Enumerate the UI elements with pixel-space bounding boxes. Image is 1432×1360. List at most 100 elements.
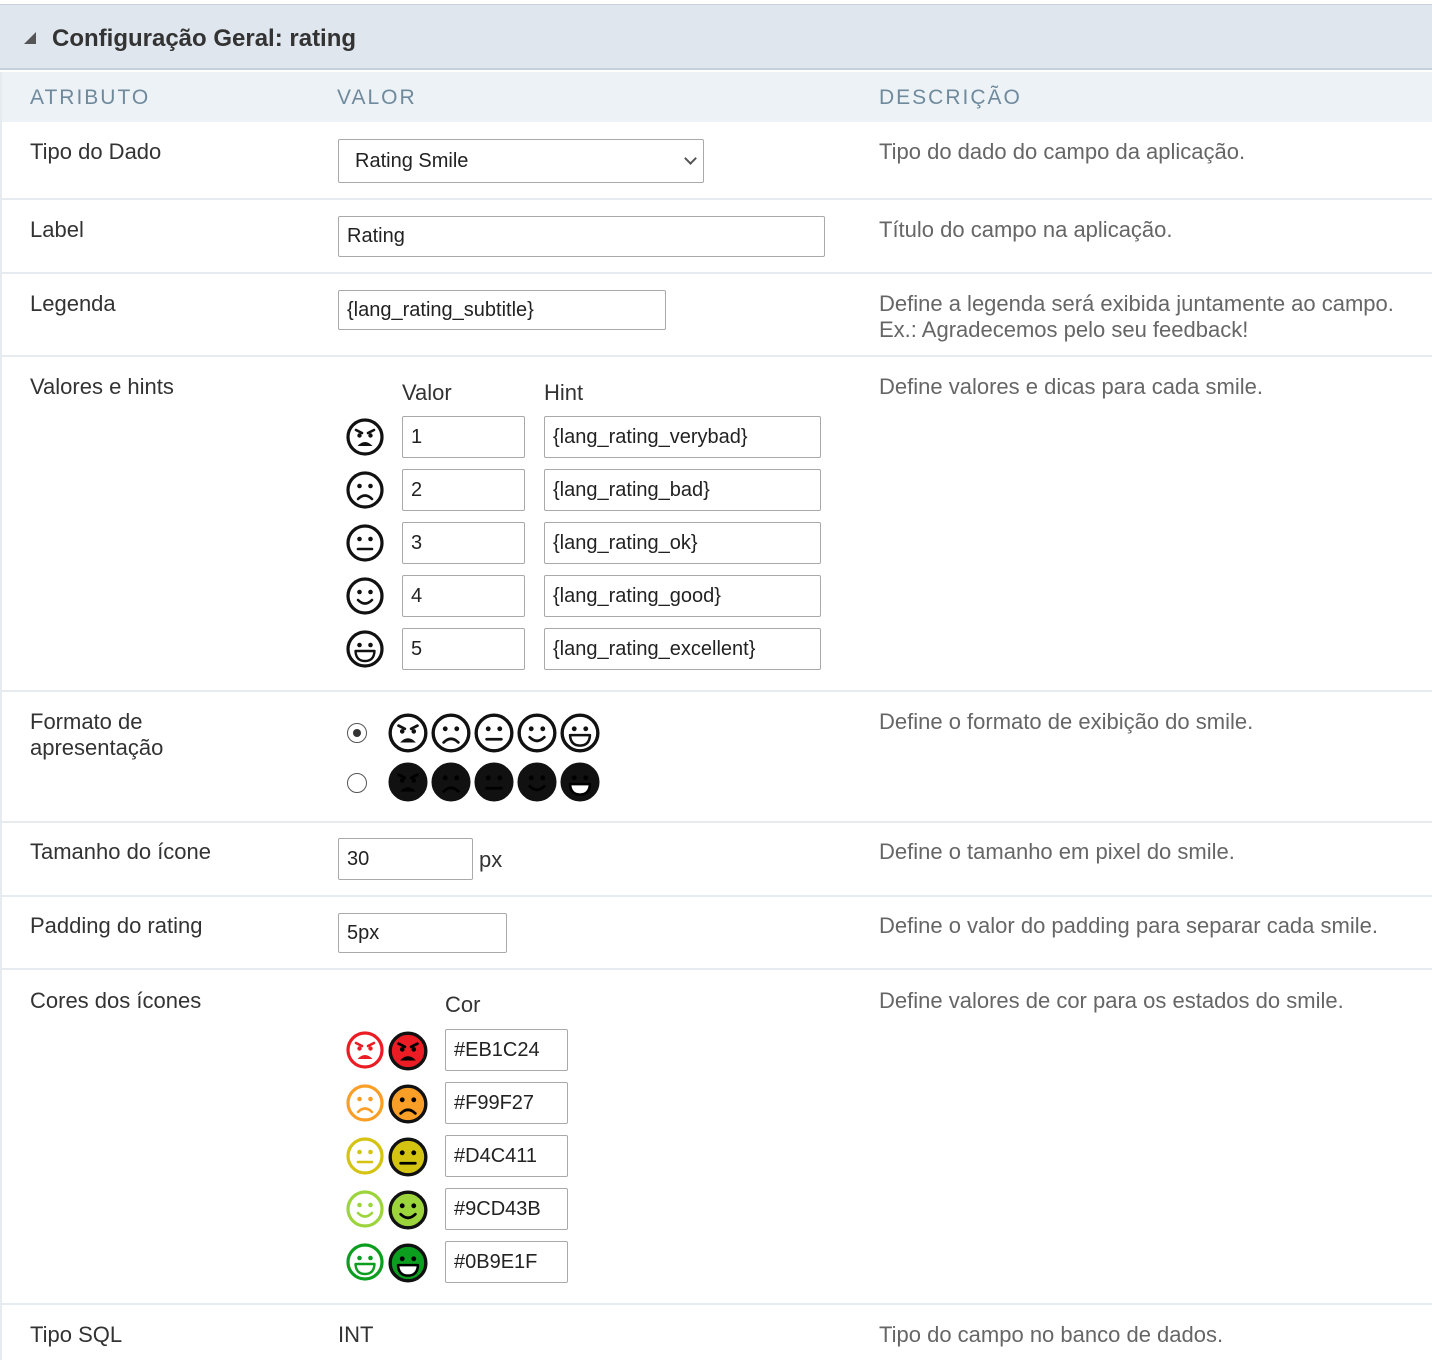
legenda-input[interactable]: {lang_rating_subtitle} — [338, 290, 666, 330]
color-input[interactable]: #9CD43B — [445, 1188, 568, 1230]
label-input[interactable]: Rating — [338, 216, 825, 257]
angry-face-icon — [387, 712, 429, 759]
column-header-description: DESCRIÇÃO — [879, 86, 1022, 109]
angry-face-icon — [387, 761, 429, 808]
row-divider — [0, 968, 1432, 970]
hint-input-value: {lang_rating_bad} — [553, 478, 710, 501]
attr-tipo-sql: Tipo SQL — [30, 1322, 123, 1347]
row-divider — [0, 821, 1432, 823]
grin-face-solid-icon — [387, 1242, 429, 1289]
sad-face-icon — [430, 761, 472, 808]
hint-input[interactable]: {lang_rating_excellent} — [544, 628, 821, 670]
tamanho-icone-value: 30 — [347, 847, 370, 870]
section-title: Configuração Geral: rating — [52, 25, 357, 52]
format-outline-radio[interactable] — [347, 723, 367, 743]
label-input-value: Rating — [347, 225, 405, 247]
sad-face-icon — [345, 470, 385, 515]
desc-padding-rating: Define o valor do padding para separar c… — [879, 913, 1378, 938]
color-input-value: #EB1C24 — [454, 1038, 540, 1061]
valor-column-label: Valor — [402, 380, 452, 405]
chevron-down-icon — [684, 152, 697, 165]
valor-input-value: 2 — [411, 478, 423, 501]
color-input-value: #F99F27 — [454, 1091, 535, 1114]
desc-label: Título do campo na aplicação. — [879, 217, 1173, 242]
sad-face-solid-icon — [387, 1083, 429, 1130]
tamanho-unit-label: px — [479, 847, 503, 872]
row-divider — [0, 895, 1432, 897]
desc-legenda-line1: Define a legenda será exibida juntamente… — [879, 291, 1394, 316]
grin-face-icon — [559, 712, 601, 759]
color-input[interactable]: #D4C411 — [445, 1135, 568, 1177]
attr-tamanho-icone: Tamanho do ícone — [30, 839, 212, 864]
neutral-face-icon — [345, 1136, 385, 1181]
smile-face-icon — [516, 761, 558, 808]
neutral-face-solid-icon — [387, 1136, 429, 1183]
color-input[interactable]: #EB1C24 — [445, 1029, 568, 1071]
color-input-value: #D4C411 — [454, 1144, 538, 1167]
attr-cores-icones: Cores dos ícones — [30, 988, 202, 1013]
color-input[interactable]: #F99F27 — [445, 1082, 568, 1124]
tipo-dado-select[interactable]: Rating Smile — [338, 139, 704, 183]
hint-input-value: {lang_rating_verybad} — [553, 425, 748, 448]
row-divider — [0, 198, 1432, 200]
format-solid-radio[interactable] — [347, 773, 367, 793]
valor-input[interactable]: 1 — [402, 416, 525, 458]
attr-formato-line2: apresentação — [30, 735, 164, 760]
hint-input[interactable]: {lang_rating_good} — [544, 575, 821, 617]
smile-face-icon — [345, 1189, 385, 1234]
hint-input[interactable]: {lang_rating_ok} — [544, 522, 821, 564]
valor-input[interactable]: 2 — [402, 469, 525, 511]
desc-cores-icones: Define valores de cor para os estados do… — [879, 988, 1344, 1013]
neutral-face-icon — [473, 761, 515, 808]
attr-label: Label — [30, 217, 84, 242]
sad-face-icon — [345, 1083, 385, 1128]
collapse-triangle-icon[interactable] — [24, 32, 36, 44]
attr-formato-line1: Formato de — [30, 709, 143, 734]
row-divider — [0, 355, 1432, 357]
smile-face-icon — [516, 712, 558, 759]
color-input-value: #0B9E1F — [454, 1250, 538, 1273]
angry-face-icon — [345, 1030, 385, 1075]
legenda-input-value: {lang_rating_subtitle} — [347, 298, 534, 321]
attr-legenda: Legenda — [30, 291, 116, 316]
hint-input[interactable]: {lang_rating_bad} — [544, 469, 821, 511]
valor-input[interactable]: 3 — [402, 522, 525, 564]
tamanho-icone-input[interactable]: 30 — [338, 838, 473, 880]
valor-input[interactable]: 5 — [402, 628, 525, 670]
neutral-face-icon — [345, 523, 385, 568]
column-header-row: ATRIBUTO VALOR DESCRIÇÃO — [0, 72, 1432, 122]
grin-face-icon — [345, 1242, 385, 1287]
color-input-value: #9CD43B — [454, 1197, 541, 1220]
sad-face-icon — [430, 712, 472, 759]
valor-input-value: 5 — [411, 637, 423, 660]
valor-input-value: 1 — [411, 425, 423, 448]
neutral-face-icon — [473, 712, 515, 759]
row-divider — [0, 272, 1432, 274]
valor-input[interactable]: 4 — [402, 575, 525, 617]
section-header[interactable]: Configuração Geral: rating — [0, 4, 1432, 70]
attr-padding-rating: Padding do rating — [30, 913, 203, 938]
column-header-attribute: ATRIBUTO — [30, 86, 151, 109]
column-header-value: VALOR — [337, 86, 417, 109]
padding-rating-input[interactable]: 5px — [338, 913, 507, 953]
desc-valores-hints: Define valores e dicas para cada smile. — [879, 374, 1263, 399]
padding-rating-value: 5px — [347, 921, 380, 944]
desc-tamanho-icone: Define o tamanho em pixel do smile. — [879, 839, 1235, 864]
row-divider — [0, 690, 1432, 692]
color-input[interactable]: #0B9E1F — [445, 1241, 568, 1283]
smile-face-solid-icon — [387, 1189, 429, 1236]
tipo-sql-value: INT — [338, 1322, 374, 1347]
valor-input-value: 4 — [411, 584, 423, 607]
desc-legenda-line2: Ex.: Agradecemos pelo seu feedback! — [879, 317, 1249, 342]
tipo-dado-select-value: Rating Smile — [355, 149, 469, 172]
attr-tipo-dado: Tipo do Dado — [30, 139, 162, 164]
cor-column-label: Cor — [445, 992, 481, 1017]
hint-input[interactable]: {lang_rating_verybad} — [544, 416, 821, 458]
row-divider — [0, 1303, 1432, 1305]
grin-face-icon — [345, 629, 385, 674]
desc-formato: Define o formato de exibição do smile. — [879, 709, 1254, 734]
hint-input-value: {lang_rating_ok} — [553, 531, 698, 554]
desc-tipo-sql: Tipo do campo no banco de dados. — [879, 1322, 1224, 1347]
valor-input-value: 3 — [411, 531, 423, 554]
angry-face-icon — [345, 417, 385, 462]
